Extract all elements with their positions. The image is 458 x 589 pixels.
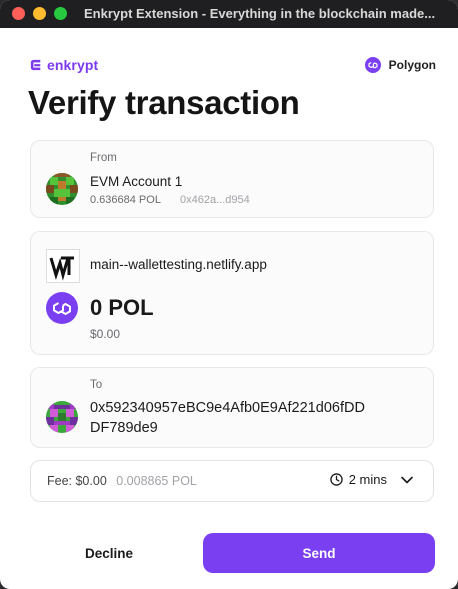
polygon-token-icon <box>46 292 78 324</box>
dapp-favicon-icon <box>46 249 80 283</box>
recipient-address-line-2: DF789de9 <box>90 420 158 436</box>
minimize-window-button[interactable] <box>33 7 46 20</box>
account-name: EVM Account 1 <box>90 174 183 189</box>
account-address: 0x462a...d954 <box>180 194 250 206</box>
fee-summary: Fee: $0.00 0.008865 POL <box>47 474 197 488</box>
polygon-icon <box>364 57 381 73</box>
network-label: Polygon <box>388 58 436 72</box>
amount-card: main--wallettesting.netlify.app 0 POL $0… <box>30 231 434 355</box>
from-label: From <box>90 152 117 164</box>
from-card: From EVM Account 1 0.636684 POL 0x462a..… <box>30 140 434 218</box>
to-card: To 0x592340957eBC9e4Afb0E9Af221d06fDD DF… <box>30 367 434 448</box>
transfer-fiat: $0.00 <box>90 327 121 341</box>
account-balance: 0.636684 POL <box>90 194 161 206</box>
clock-icon <box>329 473 343 486</box>
chevron-down-icon <box>401 476 413 483</box>
dapp-domain: main--wallettesting.netlify.app <box>90 257 267 272</box>
brand-name: enkrypt <box>47 57 99 73</box>
extension-window: Enkrypt Extension - Everything in the bl… <box>0 0 458 589</box>
recipient-address-line-1: 0x592340957eBC9e4Afb0E9Af221d06fDD <box>90 400 365 416</box>
fee-selector[interactable]: Fee: $0.00 0.008865 POL 2 mins <box>30 460 434 502</box>
title-bar: Enkrypt Extension - Everything in the bl… <box>0 0 458 28</box>
recipient-avatar <box>46 401 78 433</box>
to-label: To <box>90 379 103 391</box>
page-title: Verify transaction <box>28 84 300 121</box>
fee-time-selector[interactable]: 2 mins <box>329 472 415 487</box>
network-selector[interactable]: Polygon <box>364 57 436 73</box>
brand: enkrypt <box>30 57 98 73</box>
enkrypt-logo-icon <box>30 59 41 71</box>
fee-fiat: Fee: $0.00 <box>47 474 107 488</box>
account-avatar <box>46 173 78 205</box>
decline-button[interactable]: Decline <box>30 533 188 573</box>
window-title: Enkrypt Extension - Everything in the bl… <box>84 6 436 21</box>
transfer-amount: 0 POL <box>90 295 154 320</box>
close-window-button[interactable] <box>12 7 25 20</box>
maximize-window-button[interactable] <box>54 7 67 20</box>
send-button[interactable]: Send <box>203 533 435 573</box>
fee-crypto-amount: 0.008865 POL <box>116 474 197 488</box>
fee-time-label: 2 mins <box>348 472 387 487</box>
